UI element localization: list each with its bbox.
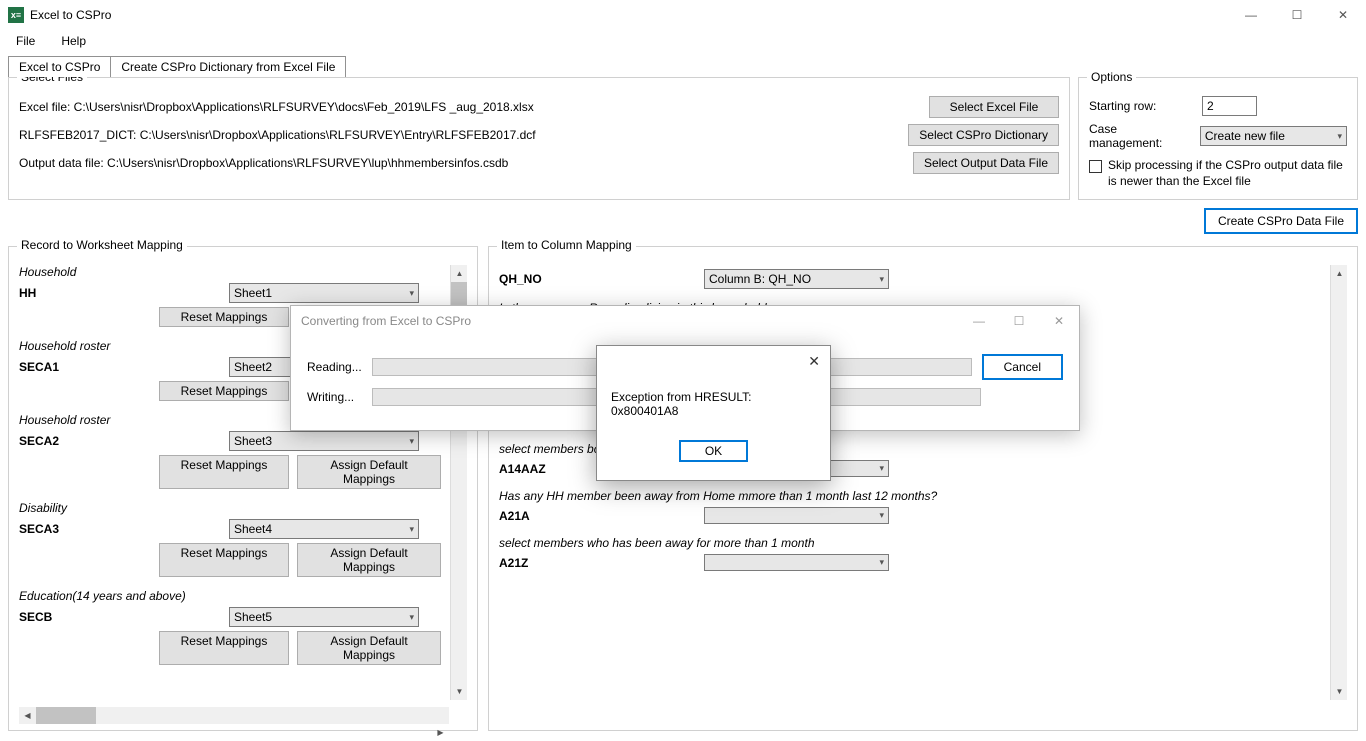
chevron-down-icon: ▾: [409, 524, 414, 535]
scroll-down-icon[interactable]: ▼: [1331, 683, 1347, 700]
sheet-select[interactable]: Sheet3▾: [229, 431, 419, 451]
tab-excel-to-cspro[interactable]: Excel to CSPro: [8, 56, 111, 77]
item-question: select members who has been away for mor…: [499, 536, 1303, 550]
sheet-select[interactable]: Sheet5▾: [229, 607, 419, 627]
reset-mappings-button[interactable]: Reset Mappings: [159, 631, 289, 665]
scrollbar-thumb-h[interactable]: [36, 707, 96, 724]
assign-default-button[interactable]: Assign Default Mappings: [297, 631, 441, 665]
record-group: Disability SECA3 Sheet4▾ Reset Mappings …: [19, 501, 463, 577]
starting-row-label: Starting row:: [1089, 99, 1194, 113]
item-code: A21A: [499, 509, 704, 523]
chevron-down-icon: ▾: [409, 612, 414, 623]
scrollbar-horizontal[interactable]: ◀ ▶: [19, 707, 449, 724]
create-cspro-data-button[interactable]: Create CSPro Data File: [1204, 208, 1358, 234]
scroll-down-icon[interactable]: ▼: [451, 683, 467, 700]
chevron-down-icon: ▾: [879, 557, 884, 568]
chevron-down-icon: ▾: [879, 463, 884, 474]
case-mgmt-label: Case management:: [1089, 122, 1192, 150]
dialog-maximize-button[interactable]: ☐: [999, 306, 1039, 336]
window-controls: — ☐ ✕: [1228, 0, 1366, 30]
record-code: SECA1: [19, 360, 229, 374]
writing-label: Writing...: [307, 390, 362, 404]
select-excel-button[interactable]: Select Excel File: [929, 96, 1059, 118]
error-close-button[interactable]: ✕: [808, 353, 820, 370]
scrollbar-vertical-right[interactable]: ▲ ▼: [1330, 265, 1347, 700]
app-icon: x≡: [8, 7, 24, 23]
item-question: Has any HH member been away from Home mm…: [499, 489, 1303, 503]
record-title: Education(14 years and above): [19, 589, 441, 603]
window-title: Excel to CSPro: [30, 8, 111, 22]
record-group: Education(14 years and above) SECB Sheet…: [19, 589, 463, 665]
select-output-button[interactable]: Select Output Data File: [913, 152, 1059, 174]
record-code: SECA2: [19, 434, 229, 448]
error-message: Exception from HRESULT: 0x800401A8: [611, 390, 816, 418]
select-dictionary-button[interactable]: Select CSPro Dictionary: [908, 124, 1059, 146]
reset-mappings-button[interactable]: Reset Mappings: [159, 307, 289, 327]
skip-processing-label: Skip processing if the CSPro output data…: [1108, 158, 1347, 189]
scroll-up-icon[interactable]: ▲: [451, 265, 467, 282]
column-select[interactable]: Column B: QH_NO▾: [704, 269, 889, 289]
sheet-select[interactable]: Sheet1▾: [229, 283, 419, 303]
menubar: File Help: [0, 30, 1366, 52]
tabs: Excel to CSPro Create CSPro Dictionary f…: [8, 56, 1358, 77]
menu-file[interactable]: File: [10, 32, 41, 50]
options-legend: Options: [1087, 70, 1136, 84]
record-title: Household: [19, 265, 441, 279]
item-group: select members who has been away for mor…: [499, 536, 1325, 571]
scroll-up-icon[interactable]: ▲: [1331, 265, 1347, 282]
cancel-button[interactable]: Cancel: [982, 354, 1063, 380]
record-code: HH: [19, 286, 229, 300]
scroll-left-icon[interactable]: ◀: [19, 707, 36, 724]
output-file-path: Output data file: C:\Users\nisr\Dropbox\…: [19, 156, 905, 170]
item-code: QH_NO: [499, 272, 704, 286]
maximize-button[interactable]: ☐: [1274, 0, 1320, 30]
record-code: SECB: [19, 610, 229, 624]
skip-processing-checkbox[interactable]: [1089, 160, 1102, 173]
chevron-down-icon: ▾: [409, 288, 414, 299]
record-title: Disability: [19, 501, 441, 515]
item-group: Has any HH member been away from Home mm…: [499, 489, 1325, 524]
dialog-close-button[interactable]: ✕: [1039, 306, 1079, 336]
chevron-down-icon: ▾: [409, 436, 414, 447]
dictionary-path: RLFSFEB2017_DICT: C:\Users\nisr\Dropbox\…: [19, 128, 900, 142]
assign-default-button[interactable]: Assign Default Mappings: [297, 455, 441, 489]
excel-file-path: Excel file: C:\Users\nisr\Dropbox\Applic…: [19, 100, 921, 114]
case-mgmt-select[interactable]: Create new file▾: [1200, 126, 1347, 146]
column-select[interactable]: ▾: [704, 507, 889, 524]
record-code: SECA3: [19, 522, 229, 536]
options-group: Options Starting row: Case management: C…: [1078, 77, 1358, 200]
tab-create-dictionary[interactable]: Create CSPro Dictionary from Excel File: [110, 56, 346, 77]
select-files-group: Select Files Excel file: C:\Users\nisr\D…: [8, 77, 1070, 200]
titlebar: x≡ Excel to CSPro: [0, 0, 1366, 30]
item-mapping-legend: Item to Column Mapping: [497, 238, 636, 252]
ok-button[interactable]: OK: [679, 440, 748, 462]
dialog-title: Converting from Excel to CSPro: [301, 314, 471, 328]
chevron-down-icon: ▾: [1337, 131, 1342, 142]
reading-label: Reading...: [307, 360, 362, 374]
scroll-right-icon[interactable]: ▶: [432, 724, 449, 741]
record-mapping-legend: Record to Worksheet Mapping: [17, 238, 187, 252]
column-select[interactable]: ▾: [704, 554, 889, 571]
assign-default-button[interactable]: Assign Default Mappings: [297, 543, 441, 577]
reset-mappings-button[interactable]: Reset Mappings: [159, 455, 289, 489]
chevron-down-icon: ▾: [879, 510, 884, 521]
sheet-select[interactable]: Sheet4▾: [229, 519, 419, 539]
dialog-minimize-button[interactable]: —: [959, 306, 999, 336]
close-button[interactable]: ✕: [1320, 0, 1366, 30]
starting-row-input[interactable]: [1202, 96, 1257, 116]
menu-help[interactable]: Help: [55, 32, 92, 50]
minimize-button[interactable]: —: [1228, 0, 1274, 30]
item-code: A21Z: [499, 556, 704, 570]
item-group: QH_NO Column B: QH_NO▾: [499, 269, 1325, 289]
reset-mappings-button[interactable]: Reset Mappings: [159, 381, 289, 401]
error-dialog: ✕ Exception from HRESULT: 0x800401A8 OK: [596, 345, 831, 481]
chevron-down-icon: ▾: [879, 274, 884, 285]
reset-mappings-button[interactable]: Reset Mappings: [159, 543, 289, 577]
